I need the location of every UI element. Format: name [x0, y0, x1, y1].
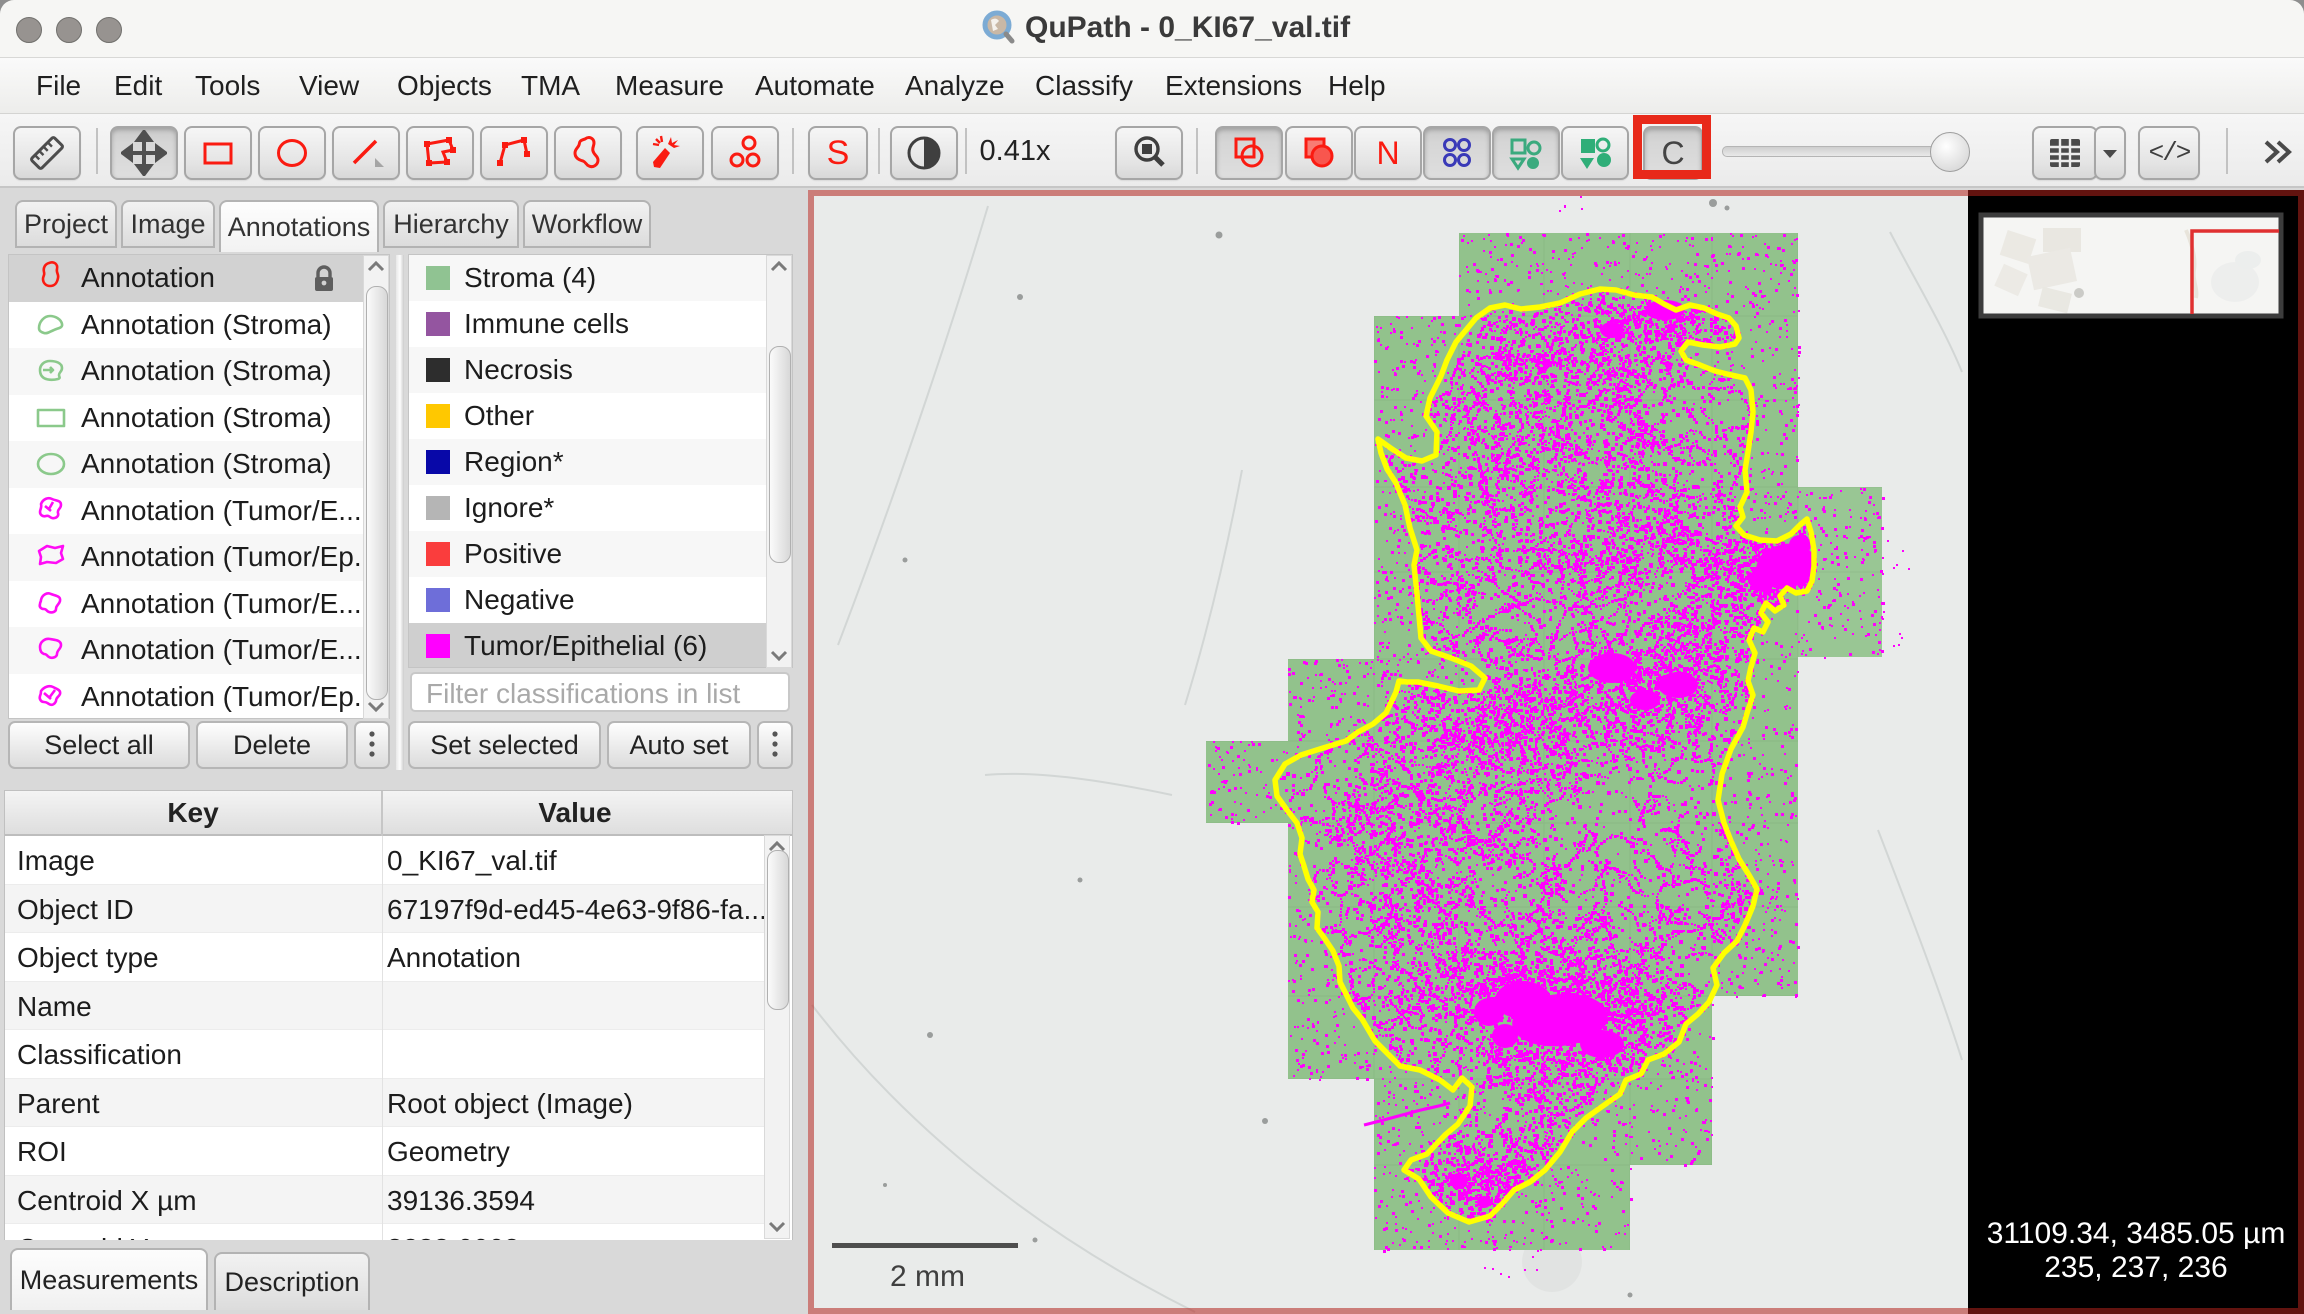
svg-text:2 mm: 2 mm: [890, 1260, 965, 1293]
svg-text:235, 237, 236: 235, 237, 236: [2044, 1251, 2228, 1284]
svg-text:31109.34, 3485.05 µm: 31109.34, 3485.05 µm: [1987, 1217, 2286, 1250]
